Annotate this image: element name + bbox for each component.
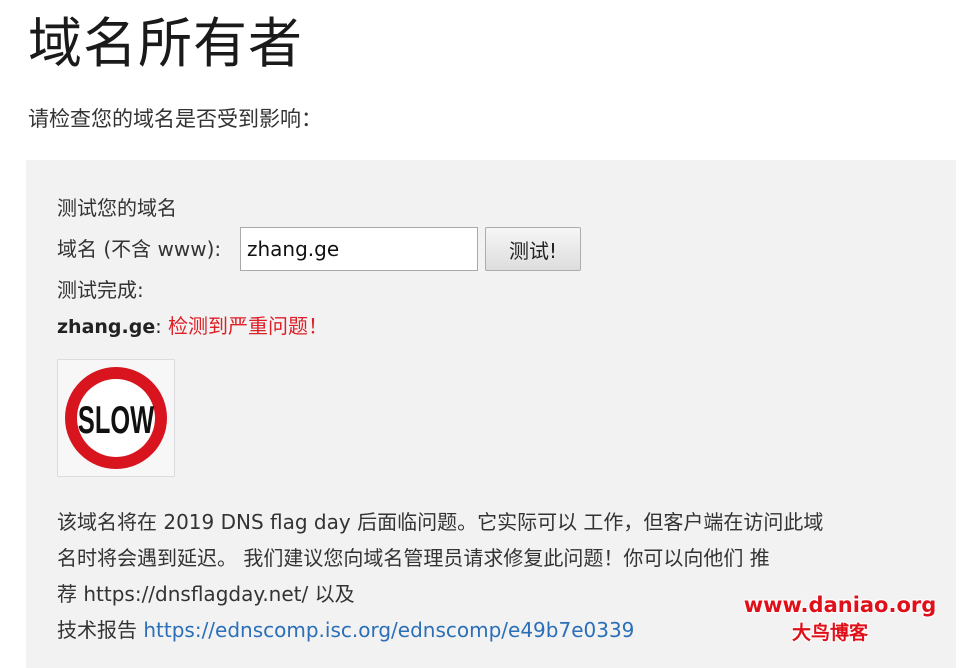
result-message: 检测到严重问题！ (168, 314, 329, 338)
test-heading: 测试您的域名 (57, 196, 177, 220)
report-label: 技术报告 (57, 618, 137, 642)
test-status: 测试完成: (57, 278, 144, 302)
domain-input-label: 域名 (不含 www): (57, 237, 222, 261)
test-result: zhang.ge: 检测到严重问题！ (57, 311, 328, 342)
watermark-url: www.daniao.org (743, 593, 937, 617)
domain-input[interactable] (240, 227, 478, 271)
slow-sign-icon: SLOW (65, 367, 167, 469)
result-domain: zhang.ge (57, 316, 156, 338)
slow-sign-text: SLOW (78, 398, 154, 442)
technical-report-link[interactable]: https://ednscomp.isc.org/ednscomp/e49b7e… (143, 618, 634, 642)
page-title: 域名所有者 (28, 12, 303, 75)
result-separator: : (155, 316, 162, 338)
description-line: 名时将会遇到延迟。 我们建议您向域名管理员请求修复此问题！你可以向他们 推 (57, 546, 770, 570)
watermark-name: 大鸟博客 (791, 622, 868, 644)
test-button[interactable]: 测试! (485, 227, 581, 271)
slow-sign-image: SLOW (57, 359, 175, 477)
watermark: www.daniao.org 大鸟博客 (740, 590, 940, 646)
page-intro: 请检查您的域名是否受到影响： (28, 107, 322, 131)
description-line: 该域名将在 2019 DNS flag day 后面临问题。它实际可以 工作，但… (57, 510, 824, 534)
